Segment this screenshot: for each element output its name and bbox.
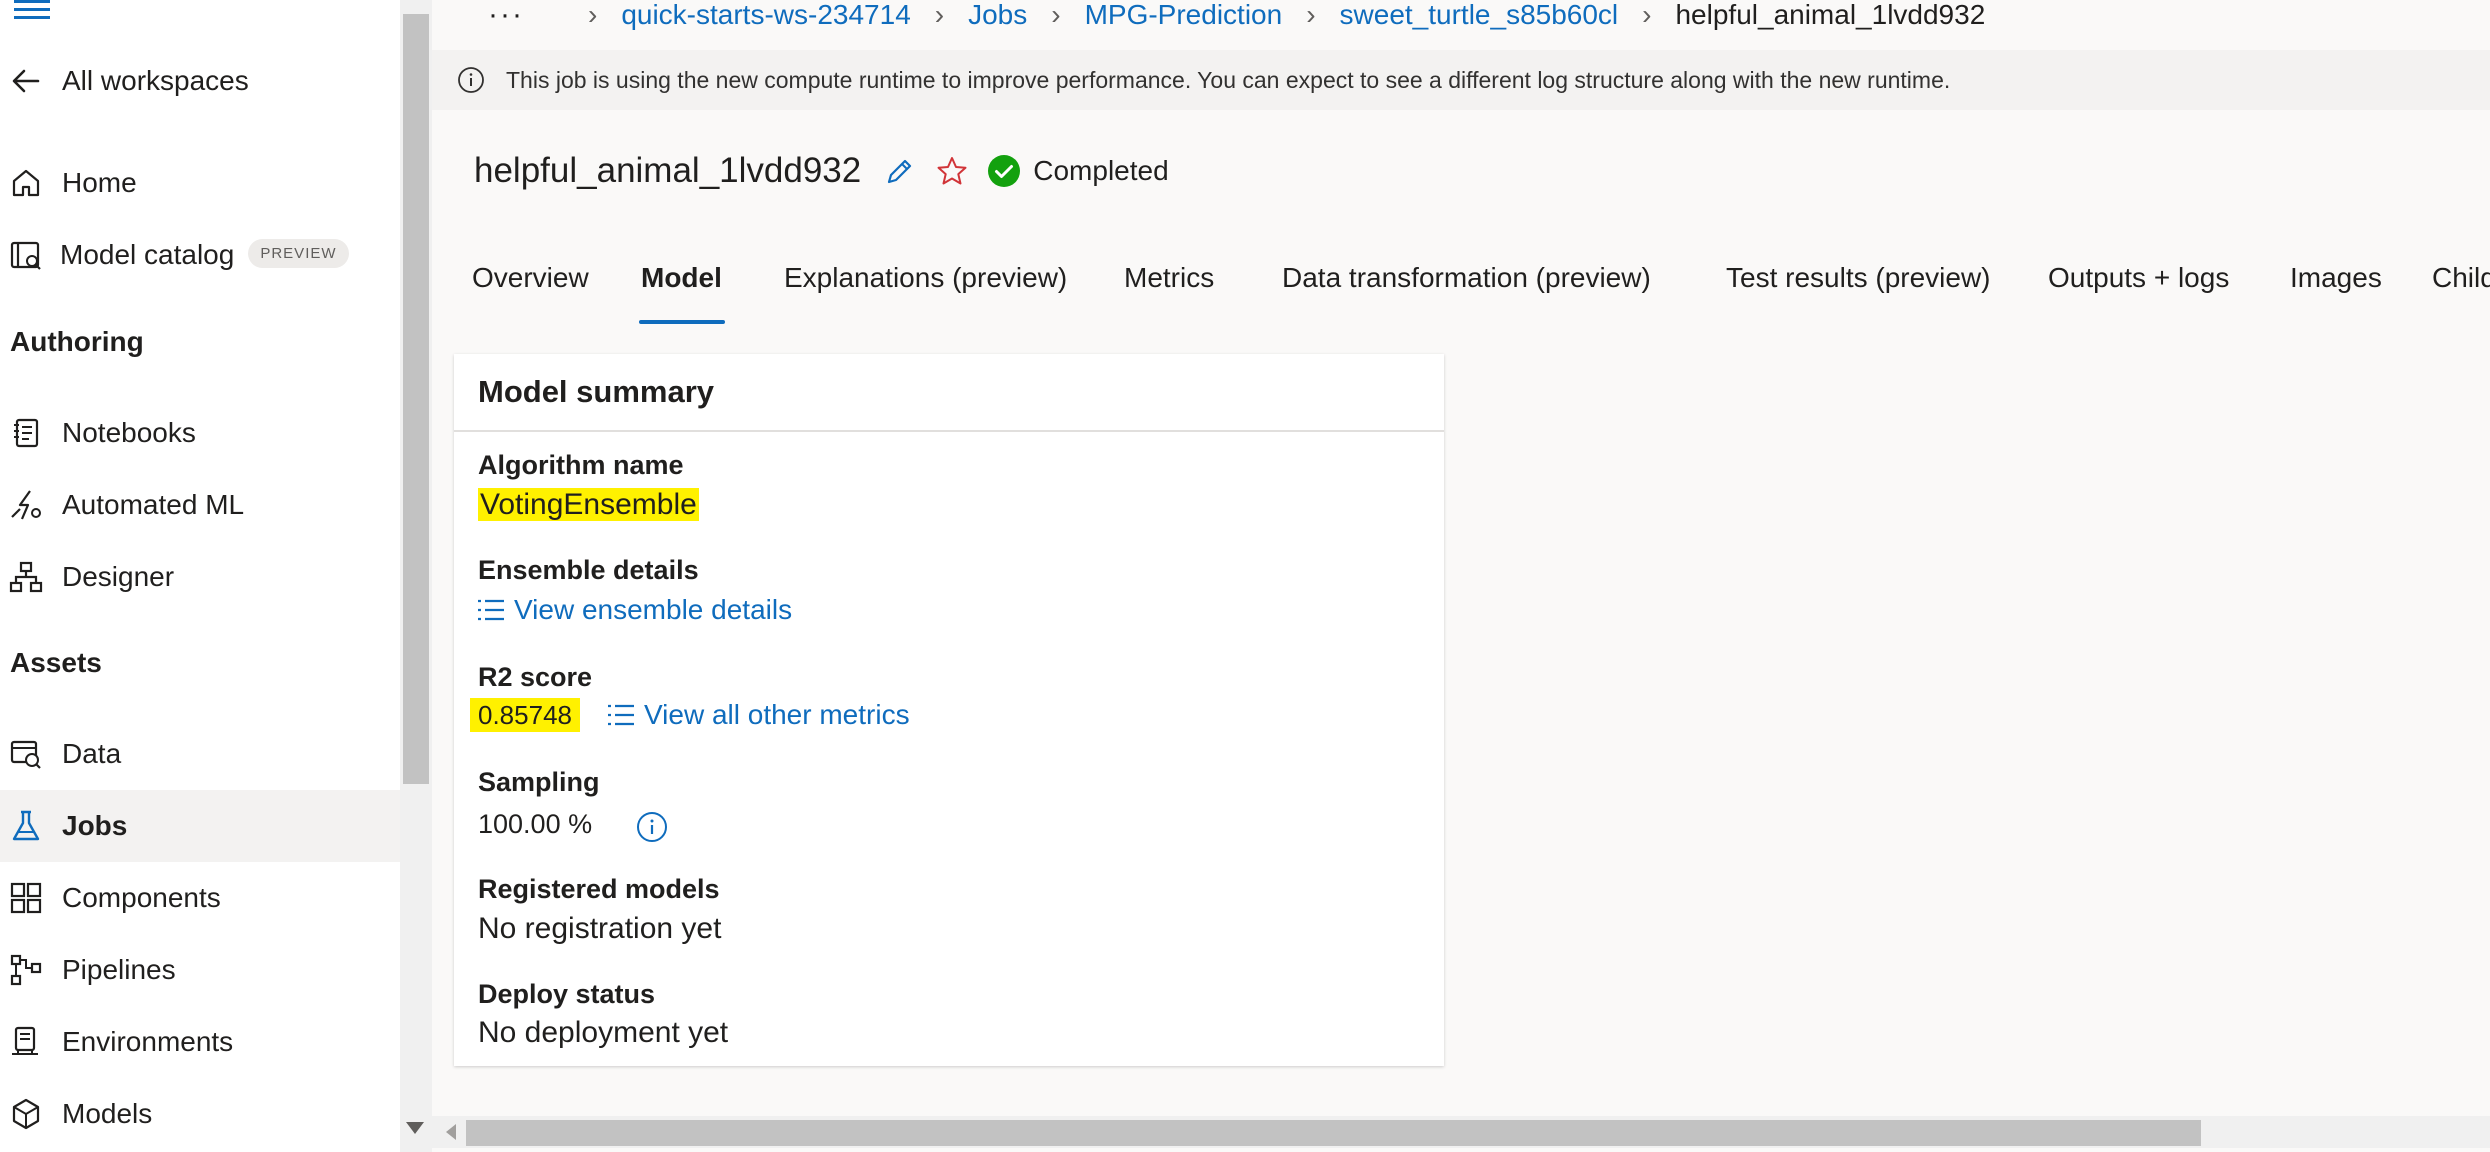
model-catalog-icon [8,237,44,273]
registered-models-label: Registered models [478,874,720,904]
home-icon [8,165,44,201]
sidebar-item-environments[interactable]: Environments [0,1006,400,1078]
authoring-section-heading: Authoring [10,326,144,357]
tab-explanations[interactable]: Explanations (preview) [784,262,1067,322]
all-workspaces-link[interactable]: All workspaces [0,45,400,117]
registered-models-value: No registration yet [478,912,722,945]
view-ensemble-details-link[interactable]: View ensemble details [476,594,792,626]
assets-section-heading: Assets [10,647,102,678]
algorithm-name-label: Algorithm name [478,450,684,480]
breadcrumb: ··· › quick-starts-ws-234714 › Jobs › MP… [488,0,1985,36]
deploy-status-value: No deployment yet [478,1016,729,1049]
components-icon [8,880,44,916]
info-message-text: This job is using the new compute runtim… [506,66,1951,93]
deploy-status-label: Deploy status [478,979,656,1009]
sampling-info-icon[interactable] [636,811,668,843]
tab-child-jobs[interactable]: Child [2432,262,2490,322]
card-title: Model summary [478,374,715,409]
sidebar-item-label: Environments [62,1026,234,1057]
completed-check-icon [988,155,1021,187]
view-all-metrics-link[interactable]: View all other metrics [606,699,910,731]
main-content: ··· › quick-starts-ws-234714 › Jobs › MP… [432,0,2490,1152]
chevron-right-icon: › [587,0,598,30]
sidebar-item-jobs[interactable]: Jobs [0,790,400,862]
environments-icon [8,1024,44,1060]
sidebar-item-components[interactable]: Components [0,862,400,934]
sidebar-item-models[interactable]: Models [0,1078,400,1150]
breadcrumb-jobs-link[interactable]: Jobs [968,0,1027,31]
info-icon [458,67,484,93]
jobs-flask-icon [8,808,44,844]
tab-test-results[interactable]: Test results (preview) [1726,262,1991,322]
chevron-right-icon: › [1642,0,1652,30]
tab-model[interactable]: Model [641,262,722,322]
sidebar-item-label: Pipelines [62,954,176,985]
breadcrumb-current: helpful_animal_1lvdd932 [1675,0,1986,30]
r2-score-label: R2 score [478,662,593,692]
left-navigation: All workspaces Home Model catalog PREVIEW… [0,0,400,1152]
view-all-metrics-label: View all other metrics [644,699,910,730]
algorithm-name-value: VotingEnsemble [478,488,699,521]
models-cube-icon [8,1096,44,1132]
sidebar-item-pipelines[interactable]: Pipelines [0,934,400,1006]
tab-outputs-logs[interactable]: Outputs + logs [2048,262,2229,322]
sidebar-item-label: Automated ML [62,489,245,520]
favorite-star-icon[interactable] [935,154,969,188]
sidebar-item-home[interactable]: Home [0,147,400,219]
scroll-down-arrow-icon[interactable] [406,1122,424,1134]
model-summary-card: Model summary Algorithm name VotingEnsem… [454,354,1444,1066]
list-icon [478,599,504,621]
sidebar-item-label: Model catalog [60,238,235,270]
page-title: helpful_animal_1lvdd932 [474,151,862,190]
sampling-label: Sampling [478,767,600,797]
chevron-right-icon: › [1306,0,1316,30]
tab-overview[interactable]: Overview [472,262,589,322]
sidebar-item-notebooks[interactable]: Notebooks [0,397,400,469]
tab-images[interactable]: Images [2290,262,2382,322]
sidebar-item-label: Components [62,882,221,913]
sidebar-item-designer[interactable]: Designer [0,541,400,613]
tab-bar: Overview Model Explanations (preview) Me… [432,262,2490,322]
sidebar-item-label: Designer [62,561,175,592]
scroll-left-arrow-icon[interactable] [446,1124,456,1140]
tab-data-transformation[interactable]: Data transformation (preview) [1282,262,1651,322]
pipelines-icon [8,952,44,988]
info-message-bar: This job is using the new compute runtim… [432,50,2490,110]
data-icon [8,736,44,772]
list-icon [608,704,634,726]
sidebar-item-data[interactable]: Data [0,718,400,790]
sidebar-scrollbar-thumb[interactable] [403,14,429,784]
sampling-value: 100.00 % [478,809,593,839]
sidebar-item-label: Models [62,1098,153,1129]
view-ensemble-details-label: View ensemble details [514,594,793,625]
breadcrumb-overflow-button[interactable]: ··· [488,0,524,32]
sidebar-item-label: Jobs [62,810,128,841]
breadcrumb-workspace-link[interactable]: quick-starts-ws-234714 [621,0,910,31]
horizontal-scrollbar-thumb[interactable] [466,1120,2201,1146]
sidebar-item-automated-ml[interactable]: Automated ML [0,469,400,541]
status-badge: Completed [1033,155,1169,186]
automated-ml-icon [8,487,44,523]
sidebar-item-label: Data [62,738,122,769]
sidebar-item-label: Home [62,167,137,198]
preview-badge: PREVIEW [248,239,349,269]
tab-metrics[interactable]: Metrics [1124,262,1214,322]
chevron-right-icon: › [1051,0,1061,30]
notebook-icon [8,415,44,451]
breadcrumb-parent-job-link[interactable]: sweet_turtle_s85b60cl [1340,0,1619,31]
active-tab-indicator [639,320,725,324]
hamburger-menu-icon[interactable] [14,0,50,24]
r2-score-value: 0.85748 [470,698,580,732]
all-workspaces-label: All workspaces [62,65,249,96]
breadcrumb-experiment-link[interactable]: MPG-Prediction [1085,0,1283,31]
edit-pencil-icon[interactable] [883,154,917,188]
ensemble-details-label: Ensemble details [478,555,699,585]
back-arrow-icon [8,63,44,99]
designer-icon [8,559,44,595]
chevron-right-icon: › [934,0,945,30]
sidebar-item-label: Notebooks [62,417,196,448]
sidebar-item-model-catalog[interactable]: Model catalog PREVIEW [0,219,400,291]
job-title-row: helpful_animal_1lvdd932 Completed [474,145,1169,197]
